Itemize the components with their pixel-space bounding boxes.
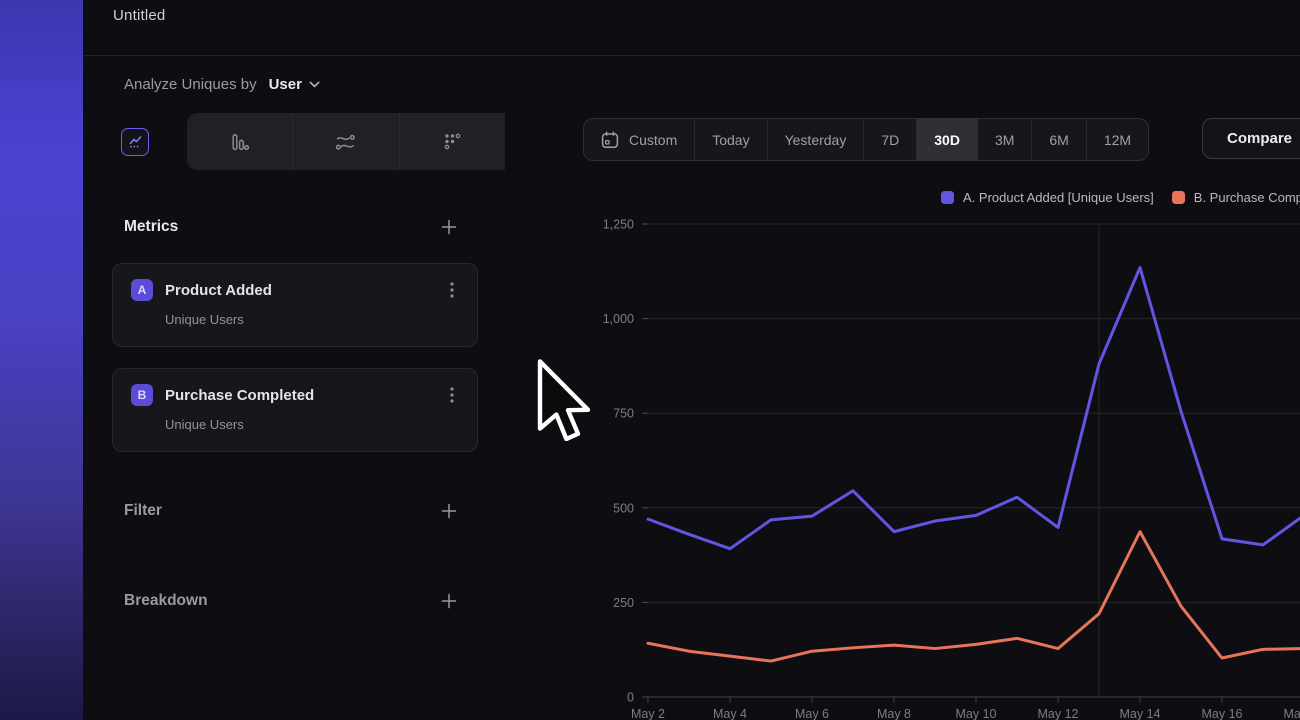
range-button-label: 7D	[881, 132, 899, 148]
analyze-by-value: User	[269, 76, 302, 93]
filter-title: Filter	[124, 502, 162, 520]
metric-menu-button-b[interactable]	[443, 386, 461, 404]
svg-text:250: 250	[613, 596, 634, 610]
report-title: Untitled	[113, 7, 165, 24]
svg-text:May 8: May 8	[877, 707, 911, 720]
svg-text:0: 0	[627, 691, 634, 705]
add-metric-button[interactable]	[440, 218, 458, 236]
chart-type-tab-grid[interactable]	[399, 113, 505, 170]
chart-type-tab-strip	[187, 113, 505, 170]
svg-text:May 6: May 6	[795, 707, 829, 720]
breakdown-section-header: Breakdown	[83, 589, 505, 613]
metric-subtitle-a: Unique Users	[165, 312, 461, 327]
svg-text:May 16: May 16	[1202, 707, 1243, 720]
range-button-label: 12M	[1104, 132, 1131, 148]
range-button-label: Custom	[629, 132, 677, 148]
add-breakdown-button[interactable]	[440, 592, 458, 610]
svg-text:750: 750	[613, 407, 634, 421]
range-button-yesterday[interactable]: Yesterday	[768, 119, 865, 160]
chart-type-tab-flow[interactable]	[292, 113, 398, 170]
chart-type-tab-bar[interactable]	[187, 113, 292, 170]
range-button-label: 6M	[1049, 132, 1068, 148]
chart-panel: Custom Today Yesterday 7D 30D 3M 6M 12M Compare…	[505, 56, 1300, 720]
range-button-30d[interactable]: 30D	[917, 119, 978, 160]
range-button-label: Today	[712, 132, 749, 148]
add-filter-button[interactable]	[440, 502, 458, 520]
kebab-menu-icon	[450, 387, 454, 403]
compare-button[interactable]: Compare	[1202, 118, 1300, 159]
analyze-by-label: Analyze Uniques by	[124, 76, 257, 93]
range-button-12m[interactable]: 12M	[1087, 119, 1148, 160]
screenshot-root: Untitled Analyze Uniques by User	[0, 0, 1300, 720]
metric-name-a: Product Added	[165, 282, 443, 299]
report-header: Untitled	[83, 0, 1300, 56]
bar-chart-icon	[230, 132, 250, 152]
flow-chart-icon	[335, 132, 356, 152]
svg-text:May 14: May 14	[1120, 707, 1161, 720]
svg-text:May 2: May 2	[631, 707, 665, 720]
range-button-today[interactable]: Today	[695, 119, 767, 160]
range-button-label: 3M	[995, 132, 1014, 148]
analyze-by-select[interactable]: User	[265, 74, 324, 95]
range-button-3m[interactable]: 3M	[978, 119, 1032, 160]
chart-type-tab-line[interactable]	[83, 113, 187, 170]
svg-text:May 4: May 4	[713, 707, 747, 720]
svg-text:May 10: May 10	[956, 707, 997, 720]
range-button-7d[interactable]: 7D	[864, 119, 917, 160]
analyze-by-row: Analyze Uniques by User	[83, 56, 505, 113]
svg-text:1,000: 1,000	[603, 312, 634, 326]
svg-text:May 18: May 18	[1284, 707, 1300, 720]
query-sidebar: Analyze Uniques by User	[83, 56, 506, 720]
metric-subtitle-b: Unique Users	[165, 417, 461, 432]
plus-icon	[441, 503, 457, 519]
metric-card-a[interactable]: A Product Added Unique Users	[112, 263, 478, 347]
svg-text:1,250: 1,250	[603, 218, 634, 232]
metric-menu-button-a[interactable]	[443, 281, 461, 299]
range-button-label: 30D	[934, 132, 960, 148]
kebab-menu-icon	[450, 282, 454, 298]
metric-name-b: Purchase Completed	[165, 387, 443, 404]
chart-type-tabs	[83, 113, 505, 170]
svg-text:May 12: May 12	[1038, 707, 1079, 720]
analysis-chart: 0 250 500 750 1,000 1,250 May 2 May 4 May 6 May 8…	[580, 197, 1300, 720]
chevron-down-icon	[309, 81, 320, 88]
date-range-group: Custom Today Yesterday 7D 30D 3M 6M 12M	[583, 118, 1149, 161]
plus-icon	[441, 593, 457, 609]
range-button-6m[interactable]: 6M	[1032, 119, 1086, 160]
breakdown-title: Breakdown	[124, 592, 208, 610]
metric-badge-a: A	[131, 279, 153, 301]
svg-text:500: 500	[613, 501, 634, 515]
metric-card-b[interactable]: B Purchase Completed Unique Users	[112, 368, 478, 452]
range-button-custom[interactable]: Custom	[584, 119, 695, 160]
plus-icon	[441, 219, 457, 235]
metric-badge-b: B	[131, 384, 153, 406]
metric-row: A Product Added	[131, 279, 461, 301]
range-button-label: Yesterday	[785, 132, 847, 148]
filter-section-header: Filter	[83, 499, 505, 523]
metrics-section-header: Metrics	[83, 215, 505, 239]
calendar-icon	[601, 131, 619, 149]
metric-row: B Purchase Completed	[131, 384, 461, 406]
decorative-gradient-band	[0, 0, 83, 720]
metrics-title: Metrics	[124, 218, 178, 236]
grid-dots-icon	[443, 132, 462, 151]
app-window: Untitled Analyze Uniques by User	[83, 0, 1300, 720]
line-chart-icon	[121, 128, 149, 156]
